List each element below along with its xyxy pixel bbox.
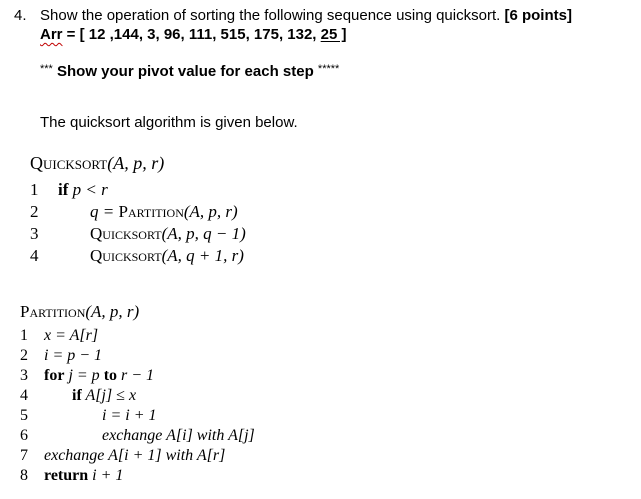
partition-line-7: 7 exchange A[i + 1] with A[r] — [20, 447, 225, 465]
line-number: 7 — [20, 447, 28, 464]
call-args: (A, p, q − 1) — [161, 224, 246, 243]
line-number: 3 — [20, 367, 28, 384]
partition-line-8: 8 return i + 1 — [20, 467, 123, 485]
call-name: Quicksort — [90, 224, 162, 243]
partition-name: Partition — [20, 302, 86, 321]
code-text: r − 1 — [117, 367, 155, 384]
question-number: 4. — [14, 7, 27, 24]
array-values: = [ 12 ,144, 3, 96, 111, 515, 175, 132, — [62, 26, 321, 43]
partition-line-2: 2 i = p − 1 — [20, 347, 102, 365]
line-number: 6 — [20, 427, 28, 444]
call-args: (A, q + 1, r) — [161, 246, 244, 265]
code-text: A[j] ≤ x — [81, 387, 137, 404]
keyword-if: if — [58, 180, 69, 199]
partition-line-3: 3 for j = p to r − 1 — [20, 367, 154, 385]
quicksort-params: (A, p, r) — [107, 153, 165, 173]
code-text: exchange A[i + 1] with A[r] — [44, 447, 226, 464]
code-text: exchange A[i] with A[j] — [102, 427, 255, 444]
code-text: q = — [90, 202, 119, 221]
code-text: j = p — [64, 367, 104, 384]
line-number: 2 — [30, 202, 39, 221]
algorithm-intro: The quicksort algorithm is given below. — [40, 114, 298, 131]
call-name: Quicksort — [90, 246, 162, 265]
partition-line-6: 6 exchange A[i] with A[j] — [20, 427, 255, 445]
keyword-to: to — [103, 367, 118, 384]
line-number: 1 — [30, 180, 39, 199]
code-text: i = i + 1 — [102, 407, 157, 424]
partition-params: (A, p, r) — [85, 302, 140, 321]
keyword-if: if — [72, 387, 82, 404]
question-points: [6 points] — [504, 7, 572, 24]
line-number: 4 — [20, 387, 28, 404]
call-args: (A, p, r) — [183, 202, 238, 221]
quicksort-line-4: 4 Quicksort(A, q + 1, r) — [30, 246, 244, 266]
pivot-text: Show your pivot value for each step — [57, 63, 314, 80]
quicksort-line-3: 3 Quicksort(A, p, q − 1) — [30, 224, 246, 244]
code-text: x = A[r] — [44, 327, 99, 344]
partition-line-1: 1 x = A[r] — [20, 327, 98, 345]
pivot-stars-right: ***** — [317, 63, 340, 75]
line-number: 3 — [30, 224, 39, 243]
pivot-instruction: *** Show your pivot value for each step … — [40, 63, 339, 80]
code-text: i + 1 — [88, 467, 124, 484]
array-last-value: 25 ] — [320, 26, 347, 43]
partition-line-5: 5 i = i + 1 — [20, 407, 156, 425]
keyword-return: return — [44, 467, 89, 484]
partition-title: Partition(A, p, r) — [20, 302, 139, 322]
line-number: 4 — [30, 246, 39, 265]
pivot-stars-left: *** — [40, 63, 53, 75]
quicksort-title: Quicksort(A, p, r) — [30, 153, 164, 174]
code-text: i = p − 1 — [44, 347, 103, 364]
question-prompt: Show the operation of sorting the follow… — [40, 7, 501, 24]
quicksort-line-1: 1 if p < r — [30, 180, 108, 200]
quicksort-name: Quicksort — [30, 153, 108, 173]
line-number: 8 — [20, 467, 28, 484]
question-text: Show the operation of sorting the follow… — [40, 7, 572, 24]
code-text: p < r — [68, 180, 108, 199]
call-name: Partition — [118, 202, 184, 221]
partition-line-4: 4 if A[j] ≤ x — [20, 387, 136, 405]
line-number: 1 — [20, 327, 28, 344]
array-definition: Arr = [ 12 ,144, 3, 96, 111, 515, 175, 1… — [40, 26, 347, 43]
quicksort-line-2: 2 q = Partition(A, p, r) — [30, 202, 238, 222]
line-number: 5 — [20, 407, 28, 424]
array-label: Arr — [40, 26, 63, 43]
line-number: 2 — [20, 347, 28, 364]
keyword-for: for — [44, 367, 65, 384]
